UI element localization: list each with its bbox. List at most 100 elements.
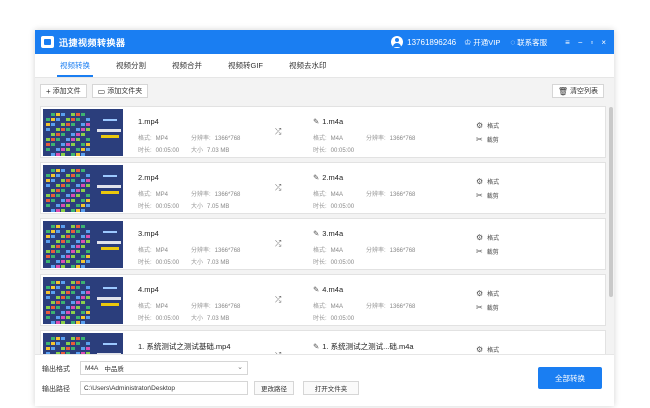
- vip-label: 开通VIP: [473, 37, 501, 47]
- duration-key: 时长:: [313, 204, 327, 210]
- tab-video-split[interactable]: 视频分割: [103, 60, 159, 77]
- cut-label: 裁剪: [486, 138, 499, 144]
- format-value: M4A: [85, 364, 99, 372]
- list-item[interactable]: 3.mp4 格式: MP4 分辨率: 1366*768 时长: 00:05:00 大小 7.03…: [40, 218, 606, 270]
- clear-list-button[interactable]: 🗑 清空列表: [551, 84, 604, 98]
- duration-value: 00:05:00: [155, 260, 180, 266]
- size-key: 大小: [191, 148, 204, 154]
- settings-label: 格式: [487, 180, 500, 186]
- close-icon[interactable]: ×: [601, 38, 606, 47]
- menu-icon[interactable]: ≡: [565, 38, 570, 47]
- tab-bar: 视频转换 视频分割 视频合并 视频转GIF 视频去水印: [35, 54, 614, 78]
- output-format-select[interactable]: M4A 中品质 ⌄: [80, 361, 248, 375]
- output-filename-text: 2.m4a: [322, 173, 344, 182]
- duration-key: 时长:: [313, 148, 327, 154]
- source-duration-meta: 时长: 00:05:00: [138, 257, 179, 266]
- tab-video-to-gif[interactable]: 视频转GIF: [215, 60, 276, 77]
- list-item[interactable]: 2.mp4 格式: MP4 分辨率: 1366*768 时长: 00:05:00 大小 7.05…: [40, 162, 606, 214]
- chevron-down-icon: ⌄: [237, 364, 243, 371]
- open-folder-button[interactable]: 打开文件夹: [303, 381, 359, 395]
- list-item[interactable]: 1. 系统测试之测试基础.mp4格式:MP4分辨率:1366*768时长:00:…: [40, 330, 606, 354]
- gear-icon: ⚙: [476, 345, 484, 354]
- cut-label: 裁剪: [486, 250, 499, 256]
- duration-key: 时长:: [138, 148, 152, 154]
- file-list[interactable]: 1. 系统测试之测试基础.mp4格式:MP4分辨率:1366*768时长:00:…: [35, 104, 614, 354]
- avatar-icon[interactable]: [391, 36, 404, 48]
- output-filename[interactable]: ✎ 3.m4a: [313, 229, 343, 238]
- video-thumbnail: [43, 109, 123, 156]
- settings-label: 格式: [487, 348, 500, 354]
- pencil-icon[interactable]: ✎: [313, 229, 319, 238]
- list-scrollbar[interactable]: [609, 107, 613, 297]
- duration-key: 时长:: [138, 204, 152, 210]
- resolution-value: 1366*768: [389, 136, 416, 142]
- cut-button[interactable]: ✂ 裁剪: [476, 191, 499, 200]
- duration-value: 00:05:00: [330, 316, 355, 322]
- output-resolution-meta: 分辨率: 1366*768: [366, 245, 415, 254]
- duration-value: 00:05:00: [330, 204, 355, 210]
- app-title: 迅捷视频转换器: [59, 37, 126, 48]
- output-filename[interactable]: ✎ 1.m4a: [313, 117, 343, 126]
- clear-list-label: 清空列表: [570, 88, 598, 95]
- add-file-button[interactable]: + 添加文件: [40, 84, 87, 98]
- format-value: M4A: [330, 192, 344, 198]
- change-path-button[interactable]: 更改路径: [254, 381, 294, 395]
- output-filename[interactable]: ✎ 2.m4a: [313, 173, 343, 182]
- settings-button[interactable]: ⚙ 格式: [476, 345, 499, 354]
- pencil-icon[interactable]: ✎: [313, 342, 319, 351]
- cut-label: 裁剪: [486, 306, 499, 312]
- source-duration-meta: 时长: 00:05:00: [138, 313, 179, 322]
- source-resolution-meta: 分辨率: 1366*768: [191, 301, 240, 310]
- crown-icon: ♔: [464, 37, 472, 47]
- resolution-value: 1366*768: [389, 248, 416, 254]
- add-folder-label: 添加文件夹: [107, 88, 143, 95]
- scissors-icon: ✂: [476, 135, 483, 144]
- title-bar: 迅捷视频转换器 13761896246 ♔ 开通VIP ◌ 联系客服 ≡ − ▫ ×: [35, 30, 614, 54]
- cut-button[interactable]: ✂ 裁剪: [476, 135, 499, 144]
- maximize-icon[interactable]: ▫: [590, 38, 593, 47]
- format-value: MP4: [155, 136, 169, 142]
- tab-video-merge[interactable]: 视频合并: [159, 60, 215, 77]
- shuffle-icon: ⤮: [275, 183, 282, 192]
- add-file-label: 添加文件: [52, 88, 81, 95]
- output-path-input[interactable]: C:\Users\Administrator\Desktop: [80, 381, 248, 395]
- cut-button[interactable]: ✂ 裁剪: [476, 247, 499, 256]
- output-panel: 输出格式 M4A 中品质 ⌄ 输出路径 C:\Users\Administrat…: [35, 354, 614, 406]
- tab-video-convert[interactable]: 视频转换: [47, 60, 103, 77]
- settings-button[interactable]: ⚙ 格式: [476, 121, 499, 130]
- settings-button[interactable]: ⚙ 格式: [476, 233, 499, 242]
- resolution-value: 1366*768: [214, 192, 241, 198]
- output-duration-meta: 时长: 00:05:00: [313, 201, 354, 210]
- vip-button[interactable]: ♔ 开通VIP: [464, 37, 500, 48]
- source-filename: 1.mp4: [138, 117, 159, 126]
- list-item[interactable]: 1.mp4 格式: MP4 分辨率: 1366*768 时长: 00:05:00 大小 7.03…: [40, 106, 606, 158]
- toolbar: + 添加文件 ▭ 添加文件夹 🗑 清空列表: [35, 78, 614, 104]
- scissors-icon: ✂: [476, 303, 483, 312]
- pencil-icon[interactable]: ✎: [313, 173, 319, 182]
- source-resolution-meta: 分辨率: 1366*768: [191, 133, 240, 142]
- source-size-meta: 大小 7.03 MB: [191, 313, 229, 322]
- user-phone[interactable]: 13761896246: [407, 38, 456, 47]
- cut-button[interactable]: ✂ 裁剪: [476, 303, 499, 312]
- video-thumbnail: [43, 277, 123, 324]
- duration-value: 00:05:00: [155, 204, 180, 210]
- convert-all-button[interactable]: 全部转换: [538, 367, 602, 389]
- settings-button[interactable]: ⚙ 格式: [476, 289, 499, 298]
- output-filename[interactable]: ✎ 1. 系统测试之测试...础.m4a: [313, 341, 414, 352]
- minimize-icon[interactable]: −: [578, 38, 583, 47]
- duration-value: 00:05:00: [330, 260, 355, 266]
- service-button[interactable]: ◌ 联系客服: [510, 37, 547, 48]
- settings-button[interactable]: ⚙ 格式: [476, 177, 499, 186]
- tab-remove-watermark[interactable]: 视频去水印: [276, 60, 340, 77]
- pencil-icon[interactable]: ✎: [313, 285, 319, 294]
- size-value: 7.03 MB: [207, 148, 230, 154]
- list-item[interactable]: 4.mp4 格式: MP4 分辨率: 1366*768 时长: 00:05:00 大小 7.03…: [40, 274, 606, 326]
- output-filename[interactable]: ✎ 4.m4a: [313, 285, 343, 294]
- trash-icon: 🗑: [557, 86, 568, 96]
- source-size-meta: 大小 7.05 MB: [191, 201, 229, 210]
- pencil-icon[interactable]: ✎: [313, 117, 319, 126]
- add-folder-button[interactable]: ▭ 添加文件夹: [91, 84, 149, 98]
- resolution-key: 分辨率:: [191, 136, 211, 142]
- output-filename-text: 1.m4a: [322, 117, 344, 126]
- source-format-meta: 格式: MP4: [138, 133, 168, 142]
